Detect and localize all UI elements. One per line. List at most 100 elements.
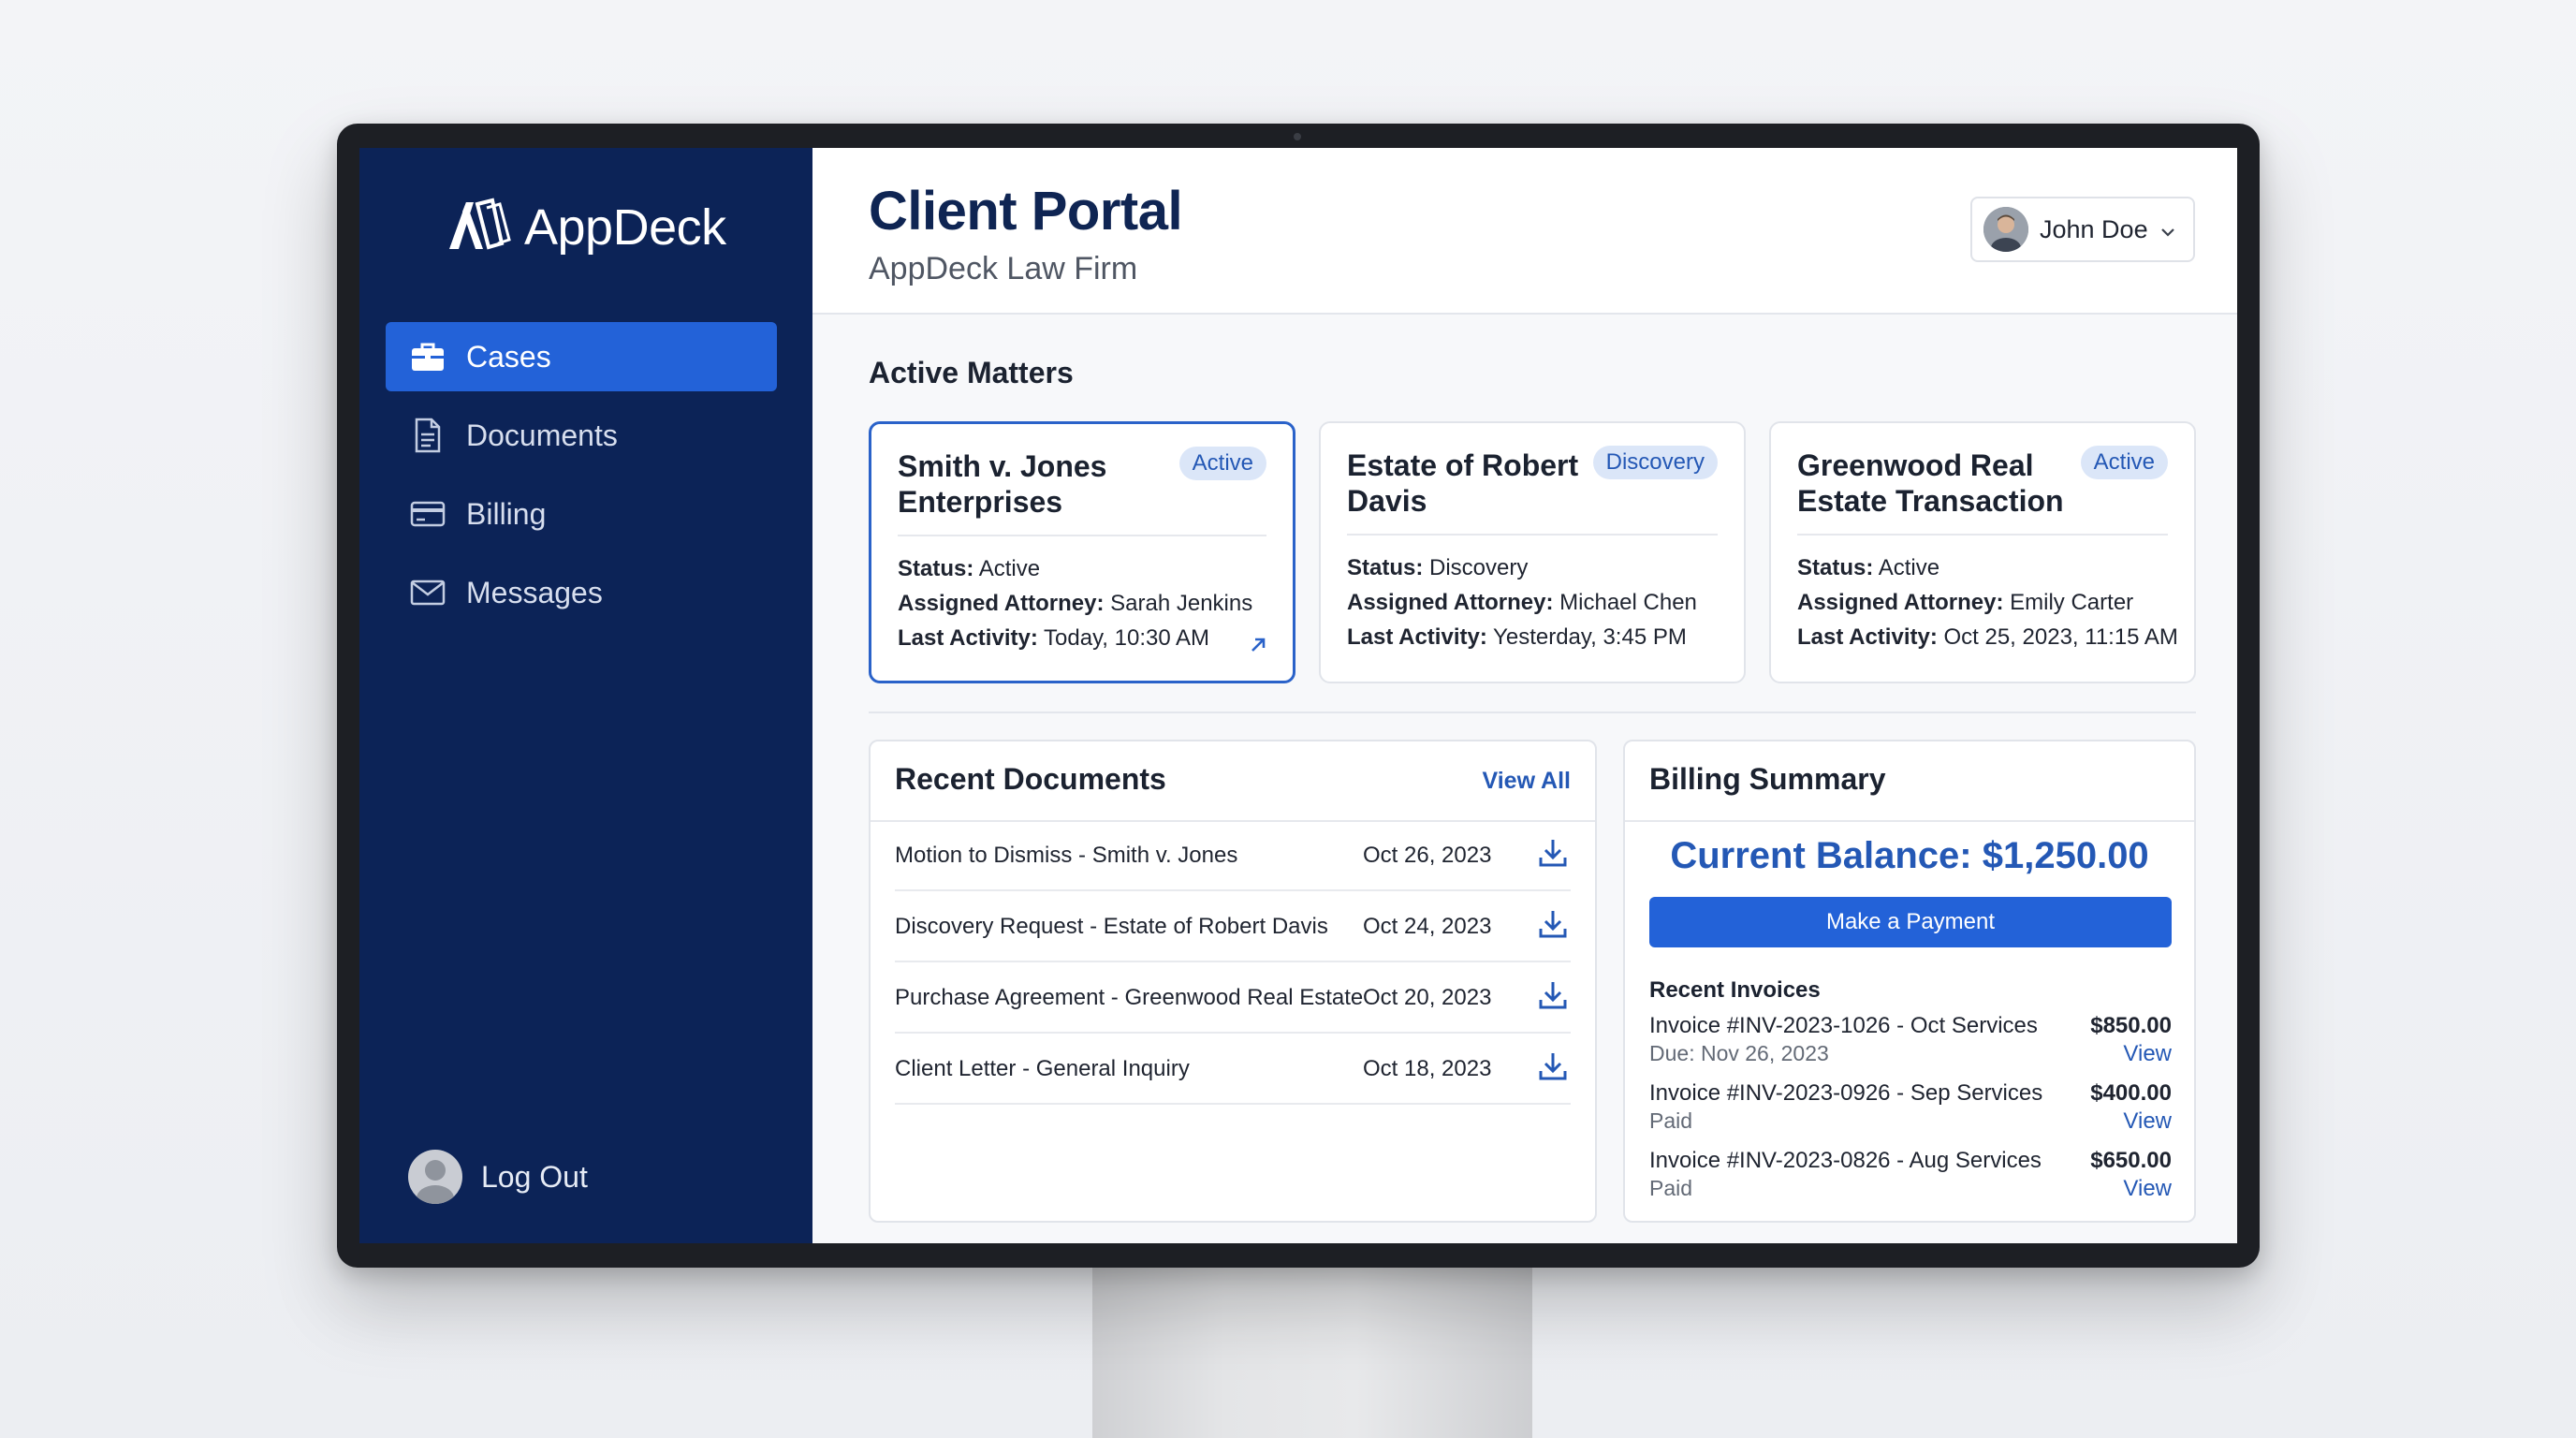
sidebar-item-messages[interactable]: Messages	[386, 558, 777, 627]
invoice-title: Invoice #INV-2023-0826 - Aug Services	[1649, 1148, 2042, 1173]
page-header: Client Portal AppDeck Law Firm John Doe	[812, 148, 2237, 315]
briefcase-icon	[410, 339, 446, 374]
logout-button[interactable]: Log Out	[408, 1150, 588, 1204]
matter-title: Estate of Robert Davis	[1347, 448, 1579, 518]
invoice-list: Invoice #INV-2023-1026 - Oct Services Du…	[1649, 1013, 2172, 1215]
invoice-amount: $850.00	[2090, 1013, 2172, 1038]
section-title-active-matters: Active Matters	[869, 356, 1074, 389]
matter-last-activity: Oct 25, 2023, 11:15 AM	[1943, 624, 2178, 650]
matter-card[interactable]: Smith v. Jones Enterprises Active Status…	[869, 421, 1295, 683]
matter-attorney: Sarah Jenkins	[1110, 591, 1253, 616]
main-content: Client Portal AppDeck Law Firm John Doe …	[812, 148, 2237, 1243]
invoice-amount: $400.00	[2090, 1080, 2172, 1106]
invoice-amount: $650.00	[2090, 1148, 2172, 1173]
document-date: Oct 24, 2023	[1363, 914, 1492, 939]
list-item: Invoice #INV-2023-0926 - Sep Services Pa…	[1649, 1080, 2172, 1148]
chevron-down-icon	[2159, 215, 2176, 244]
document-name[interactable]: Purchase Agreement - Greenwood Real Esta…	[895, 985, 1363, 1011]
sidebar-item-cases[interactable]: Cases	[386, 322, 777, 391]
recent-documents-panel: Recent Documents View All Motion to Dism…	[869, 740, 1597, 1223]
matter-card[interactable]: Estate of Robert Davis Discovery Status:…	[1319, 421, 1746, 683]
user-name: John Doe	[2040, 214, 2148, 243]
invoice-view-link[interactable]: View	[2123, 1041, 2172, 1067]
document-name[interactable]: Discovery Request - Estate of Robert Dav…	[895, 914, 1328, 940]
sidebar-item-label: Messages	[466, 575, 603, 609]
matter-status: Active	[978, 556, 1041, 581]
panel-header: Recent Documents View All	[871, 741, 1595, 822]
invoice-status: Paid	[1649, 1176, 1693, 1200]
credit-card-icon	[410, 496, 446, 532]
matter-title: Smith v. Jones Enterprises	[898, 449, 1107, 519]
list-item: Client Letter - General Inquiry Oct 18, …	[895, 1034, 1571, 1105]
recent-invoices-heading: Recent Invoices	[1649, 977, 1821, 1003]
user-menu-button[interactable]: John Doe	[1970, 197, 2195, 262]
status-badge: Active	[1178, 447, 1266, 480]
sidebar: AppDeck Cases Documents Billing Messages…	[359, 148, 812, 1243]
app-logo[interactable]: AppDeck	[446, 197, 726, 257]
active-matters: Smith v. Jones Enterprises Active Status…	[869, 421, 2196, 683]
sidebar-item-billing[interactable]: Billing	[386, 479, 777, 549]
view-all-link[interactable]: View All	[1483, 768, 1571, 795]
list-item: Motion to Dismiss - Smith v. Jones Oct 2…	[895, 820, 1571, 891]
list-item: Purchase Agreement - Greenwood Real Esta…	[895, 962, 1571, 1034]
matter-card[interactable]: Greenwood Real Estate Transaction Active…	[1769, 421, 2196, 683]
matter-last-activity: Today, 10:30 AM	[1044, 625, 1210, 651]
panel-header: Billing Summary	[1625, 741, 2194, 822]
logo-text: AppDeck	[524, 198, 726, 256]
document-list: Motion to Dismiss - Smith v. Jones Oct 2…	[895, 820, 1571, 1105]
invoice-status: Paid	[1649, 1108, 1693, 1133]
billing-summary-panel: Billing Summary Current Balance: $1,250.…	[1623, 740, 2196, 1223]
document-date: Oct 20, 2023	[1363, 985, 1492, 1010]
mail-icon	[410, 575, 446, 610]
panel-title: Billing Summary	[1649, 762, 1886, 796]
document-name[interactable]: Client Letter - General Inquiry	[895, 1056, 1190, 1082]
sidebar-item-label: Cases	[466, 339, 551, 374]
divider	[1797, 534, 2168, 536]
matter-details: Status: Active Assigned Attorney: Emily …	[1797, 555, 2178, 650]
avatar	[408, 1150, 462, 1204]
sidebar-item-label: Documents	[466, 418, 618, 452]
invoice-view-link[interactable]: View	[2123, 1176, 2172, 1202]
list-item: Invoice #INV-2023-0826 - Aug Services Pa…	[1649, 1148, 2172, 1215]
matter-attorney: Emily Carter	[2010, 590, 2134, 615]
matter-title: Greenwood Real Estate Transaction	[1797, 448, 2064, 518]
panel-title: Recent Documents	[895, 762, 1166, 796]
download-icon[interactable]	[1535, 1049, 1571, 1084]
app-window: AppDeck Cases Documents Billing Messages…	[359, 148, 2237, 1243]
matter-last-activity: Yesterday, 3:45 PM	[1493, 624, 1687, 650]
status-badge: Active	[2080, 446, 2168, 479]
invoice-title: Invoice #INV-2023-1026 - Oct Services	[1649, 1013, 2038, 1038]
download-icon[interactable]	[1535, 977, 1571, 1013]
matter-status: Discovery	[1429, 555, 1529, 580]
make-payment-button[interactable]: Make a Payment	[1649, 897, 2172, 947]
list-item: Invoice #INV-2023-1026 - Oct Services Du…	[1649, 1013, 2172, 1080]
monitor: AppDeck Cases Documents Billing Messages…	[337, 124, 2260, 1268]
page-subtitle: AppDeck Law Firm	[869, 251, 1138, 286]
matter-details: Status: Discovery Assigned Attorney: Mic…	[1347, 555, 1697, 650]
camera-dot	[1294, 133, 1301, 140]
matter-details: Status: Active Assigned Attorney: Sarah …	[898, 556, 1253, 651]
open-arrow-icon[interactable]	[1248, 633, 1268, 662]
divider	[898, 535, 1266, 536]
logo-icon	[446, 197, 513, 257]
download-icon[interactable]	[1535, 906, 1571, 942]
list-item: Discovery Request - Estate of Robert Dav…	[895, 891, 1571, 962]
document-date: Oct 26, 2023	[1363, 843, 1492, 868]
invoice-view-link[interactable]: View	[2123, 1108, 2172, 1135]
status-badge: Discovery	[1592, 446, 1718, 479]
current-balance: Current Balance: $1,250.00	[1670, 835, 2149, 876]
sidebar-item-documents[interactable]: Documents	[386, 401, 777, 470]
monitor-stand	[1092, 1255, 1532, 1438]
document-date: Oct 18, 2023	[1363, 1056, 1492, 1081]
sidebar-item-label: Billing	[466, 496, 547, 531]
matter-status: Active	[1878, 555, 1940, 580]
document-icon	[410, 418, 446, 453]
divider	[869, 712, 2196, 713]
document-name[interactable]: Motion to Dismiss - Smith v. Jones	[895, 843, 1237, 869]
download-icon[interactable]	[1535, 835, 1571, 871]
logout-label: Log Out	[481, 1159, 588, 1194]
divider	[1347, 534, 1718, 536]
matter-attorney: Michael Chen	[1559, 590, 1697, 615]
invoice-title: Invoice #INV-2023-0926 - Sep Services	[1649, 1080, 2043, 1106]
invoice-status: Due: Nov 26, 2023	[1649, 1041, 1829, 1065]
